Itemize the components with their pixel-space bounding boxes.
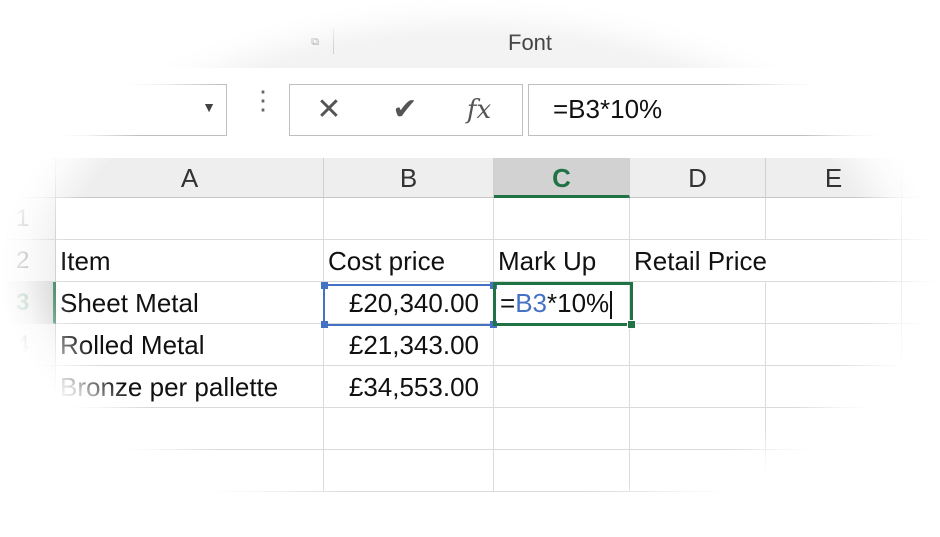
- in-cell-formula[interactable]: =B3*10%: [496, 285, 630, 321]
- cell-b2[interactable]: Cost price: [324, 240, 494, 282]
- column-header-b[interactable]: B: [324, 158, 494, 198]
- chevron-down-icon[interactable]: ▼: [202, 99, 216, 115]
- formula-equals: =: [500, 288, 516, 318]
- cell-f6[interactable]: [902, 408, 940, 450]
- cell-a7[interactable]: [56, 450, 324, 492]
- name-box[interactable]: ▼: [40, 84, 227, 136]
- cell-e1[interactable]: [766, 198, 902, 240]
- cell-c7[interactable]: [494, 450, 630, 492]
- row-header-2[interactable]: 2: [0, 240, 56, 282]
- cell-c4[interactable]: [494, 324, 630, 366]
- column-header-a[interactable]: A: [56, 158, 324, 198]
- column-header-e[interactable]: E: [766, 158, 902, 198]
- cell-b4[interactable]: £21,343.00: [324, 324, 494, 366]
- text-cursor: [610, 291, 613, 320]
- enter-icon[interactable]: ✔: [380, 91, 430, 129]
- spreadsheet-grid: A B C D E 1 2 3 4 5 6 7 Item Cost price …: [0, 158, 940, 537]
- active-cell-c3[interactable]: =B3*10%: [493, 282, 636, 329]
- excel-window: ⧉ Font ▼ ⋮ ✕ ✔ fx =B3*10% A B C D E 1 2 …: [0, 0, 940, 537]
- cell-e2[interactable]: [766, 240, 902, 282]
- cell-c6[interactable]: [494, 408, 630, 450]
- cell-e7[interactable]: [766, 450, 902, 492]
- cell-f1[interactable]: [902, 198, 940, 240]
- row-header-5[interactable]: 5: [0, 366, 56, 408]
- cell-b3[interactable]: £20,340.00: [324, 282, 494, 324]
- cell-d6[interactable]: [630, 408, 766, 450]
- cell-a5[interactable]: Bronze per pallette: [56, 366, 324, 408]
- cell-f5[interactable]: [902, 366, 940, 408]
- cell-d7[interactable]: [630, 450, 766, 492]
- more-options-icon[interactable]: ⋮: [250, 87, 276, 113]
- cell-e3[interactable]: [766, 282, 902, 324]
- cell-c2[interactable]: Mark Up: [494, 240, 630, 282]
- cell-d5[interactable]: [630, 366, 766, 408]
- formula-input[interactable]: =B3*10%: [528, 84, 940, 136]
- cell-d2[interactable]: Retail Price: [630, 240, 767, 282]
- ribbon: ⧉ Font: [0, 0, 940, 69]
- column-header-c[interactable]: C: [494, 158, 630, 198]
- cell-b7[interactable]: [324, 450, 494, 492]
- cell-c5[interactable]: [494, 366, 630, 408]
- cell-a3[interactable]: Sheet Metal: [56, 282, 324, 324]
- cell-e6[interactable]: [766, 408, 902, 450]
- formula-rest: *10%: [547, 288, 610, 318]
- cell-f3[interactable]: [902, 282, 940, 324]
- column-header-d[interactable]: D: [630, 158, 766, 198]
- cell-b1[interactable]: [324, 198, 494, 240]
- cell-f2[interactable]: [902, 240, 940, 282]
- row-header-3[interactable]: 3: [0, 282, 56, 324]
- cell-b5[interactable]: £34,553.00: [324, 366, 494, 408]
- cell-d4[interactable]: [630, 324, 766, 366]
- font-group-label: Font: [508, 30, 553, 55]
- cell-f4[interactable]: [902, 324, 940, 366]
- cell-e4[interactable]: [766, 324, 902, 366]
- select-all-corner[interactable]: [0, 158, 56, 198]
- row-header-7[interactable]: 7: [0, 450, 56, 492]
- cell-a1[interactable]: [56, 198, 324, 240]
- formula-text: =B3*10%: [553, 94, 663, 124]
- fill-handle[interactable]: [627, 320, 636, 329]
- column-header-f[interactable]: [902, 158, 940, 198]
- formula-buttons: ✕ ✔ fx: [289, 84, 523, 136]
- cell-a2[interactable]: Item: [56, 240, 324, 282]
- cancel-icon[interactable]: ✕: [304, 91, 354, 129]
- formula-reference-b3: B3: [515, 288, 547, 318]
- cell-c1[interactable]: [494, 198, 630, 240]
- row-header-1[interactable]: 1: [0, 198, 56, 240]
- cell-f7[interactable]: [902, 450, 940, 492]
- cell-a6[interactable]: [56, 408, 324, 450]
- cell-a4[interactable]: Rolled Metal: [56, 324, 324, 366]
- cell-e5[interactable]: [766, 366, 902, 408]
- dialog-launcher-icon[interactable]: ⧉: [308, 36, 322, 48]
- cell-b6[interactable]: [324, 408, 494, 450]
- cell-d1[interactable]: [630, 198, 766, 240]
- row-header-6[interactable]: 6: [0, 408, 56, 450]
- ribbon-separator: [333, 28, 334, 54]
- row-header-4[interactable]: 4: [0, 324, 56, 366]
- cell-d3[interactable]: [630, 282, 766, 324]
- insert-function-icon[interactable]: fx: [454, 91, 504, 129]
